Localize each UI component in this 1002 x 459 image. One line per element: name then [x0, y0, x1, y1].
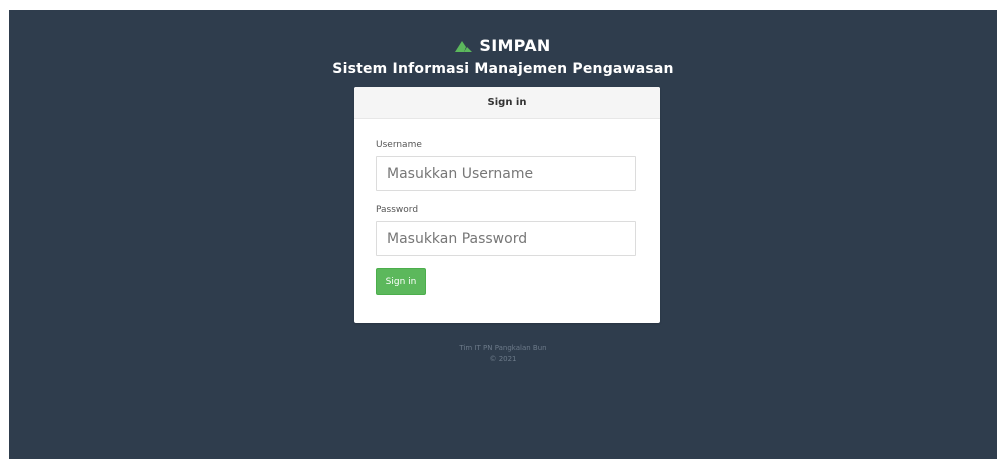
- username-label: Username: [376, 140, 422, 150]
- password-group: Password: [376, 205, 638, 256]
- card-body: Username Password Sign in: [354, 119, 660, 295]
- password-label: Password: [376, 205, 419, 215]
- footer-copyright: © 2021: [489, 355, 517, 363]
- login-card: Sign in Username Password Sign in: [354, 87, 660, 323]
- brand-name: SIMPAN: [479, 35, 551, 55]
- password-input[interactable]: [376, 221, 636, 256]
- footer: Tim IT PN Pangkalan Bun © 2021: [9, 343, 997, 365]
- username-input[interactable]: [376, 156, 636, 191]
- footer-team: Tim IT PN Pangkalan Bun: [459, 344, 547, 352]
- sign-in-button[interactable]: Sign in: [376, 268, 426, 295]
- brand-line: SIMPAN: [9, 34, 997, 56]
- mountain-icon: [455, 38, 473, 52]
- brand-header: SIMPAN Sistem Informasi Manajemen Pengaw…: [9, 34, 997, 78]
- login-page: SIMPAN Sistem Informasi Manajemen Pengaw…: [9, 10, 997, 459]
- card-header: Sign in: [354, 87, 660, 119]
- brand-subtitle: Sistem Informasi Manajemen Pengawasan: [332, 61, 674, 77]
- username-group: Username: [376, 140, 638, 191]
